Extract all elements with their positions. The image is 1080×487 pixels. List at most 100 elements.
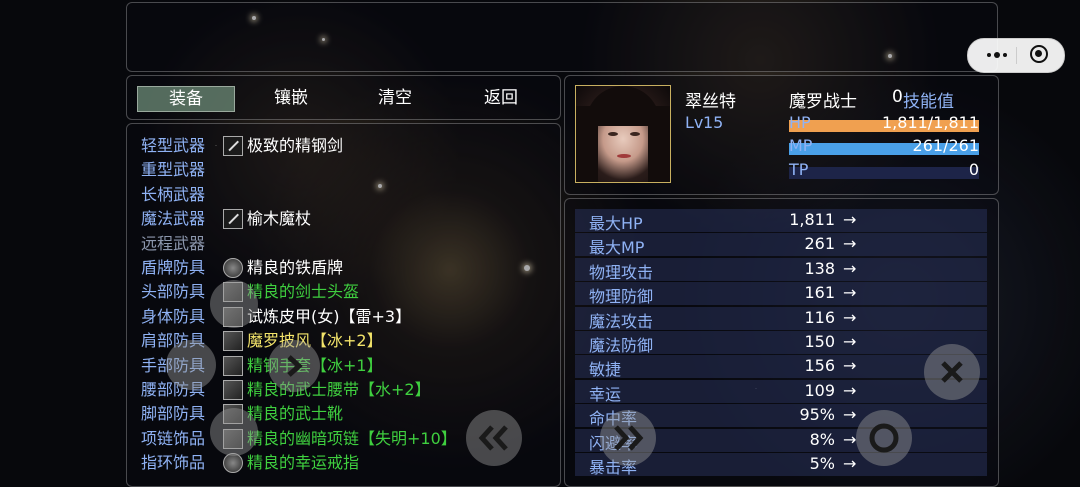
equipment-row[interactable]: 身体防具 试炼皮甲(女)【雷+3】 <box>141 305 551 329</box>
equipment-row[interactable]: 长柄武器 <box>141 183 551 207</box>
stat-row: 幸运 109 → <box>575 379 987 404</box>
equipment-row[interactable]: 重型武器 <box>141 158 551 182</box>
ring-icon <box>223 453 243 474</box>
stat-row: 最大HP 1,811 → <box>575 209 987 233</box>
stat-label: 敏捷 <box>589 360 622 380</box>
stat-label: 物理防御 <box>589 287 654 307</box>
clear-tab[interactable]: 清空 <box>347 86 443 110</box>
belt-icon <box>223 380 243 400</box>
equipment-row[interactable]: 盾牌防具 精良的铁盾牌 <box>141 256 551 280</box>
tp-bar: TP 0 <box>789 160 979 180</box>
message-panel <box>126 2 998 72</box>
arrow-right-icon: → <box>843 307 857 327</box>
page-right-button[interactable] <box>600 410 656 466</box>
arrow-right-icon: → <box>843 210 857 229</box>
stat-row: 物理攻击 138 → <box>575 257 987 282</box>
dpad-left-button[interactable] <box>166 340 216 390</box>
stat-value: 150 <box>804 332 835 351</box>
dpad-up-button[interactable] <box>210 280 258 328</box>
mini-program-menu <box>967 38 1065 73</box>
more-icon[interactable] <box>980 46 1014 64</box>
character-portrait <box>575 85 671 183</box>
item-name: 精良的武士靴 <box>247 404 344 424</box>
slot-name: 长柄武器 <box>141 184 206 204</box>
stat-value: 1,811 <box>789 210 835 229</box>
arrow-right-icon: → <box>843 234 857 254</box>
slot-name: 脚部防具 <box>141 404 206 424</box>
stat-value: 138 <box>804 258 835 278</box>
equipment-row[interactable]: 轻型武器 极致的精钢剑 <box>141 134 551 158</box>
command-bar: 装备 镶嵌 清空 返回 <box>126 75 561 120</box>
chevron-right-icon <box>287 355 303 377</box>
equipment-row[interactable]: 魔法武器 榆木魔杖 <box>141 207 551 231</box>
stat-value: 156 <box>804 356 835 376</box>
skill-points-label: 技能值 <box>903 92 954 112</box>
tp-value: 0 <box>968 160 979 179</box>
item-name: 精良的幽暗项链【失明+10】 <box>247 428 457 448</box>
stat-label: 物理攻击 <box>589 262 654 282</box>
level-label: Lv <box>685 113 704 132</box>
hp-label: HP <box>789 113 811 132</box>
character-panel: 翠丝特 魔罗战士 0 技能值 Lv 15 HP 1,811/1,811 MP 2… <box>564 75 999 195</box>
item-name: 精良的剑士头盔 <box>247 282 360 302</box>
slot-name: 身体防具 <box>141 306 206 326</box>
arrow-right-icon: → <box>843 380 857 400</box>
arrow-right-icon: → <box>843 356 857 376</box>
hp-value: 1,811/1,811 <box>882 113 979 132</box>
circle-icon <box>869 423 899 453</box>
cloak-icon <box>223 331 243 352</box>
skill-points-value: 0 <box>892 87 903 107</box>
equipment-row[interactable]: 远程武器 <box>141 232 551 256</box>
mp-value: 261/261 <box>912 136 979 155</box>
back-button[interactable]: 返回 <box>453 86 549 110</box>
equipment-row[interactable]: 头部防具 精良的剑士头盔 <box>141 280 551 304</box>
slot-name: 轻型武器 <box>141 136 206 155</box>
arrow-right-icon: → <box>843 332 857 351</box>
stat-row: 物理防御 161 → <box>575 282 987 307</box>
shield-icon <box>223 258 243 278</box>
item-name: 试炼皮甲(女)【雷+3】 <box>247 306 412 326</box>
item-name: 精良的幸运戒指 <box>247 453 360 473</box>
arrow-right-icon: → <box>843 429 857 449</box>
arrow-right-icon: → <box>843 454 857 473</box>
slot-name: 魔法武器 <box>141 209 206 229</box>
slot-name: 项链饰品 <box>141 428 206 448</box>
stat-label: 魔法防御 <box>589 336 654 355</box>
slot-name: 远程武器 <box>141 233 206 253</box>
arrow-right-icon: → <box>843 258 857 278</box>
stat-value: 95% <box>799 405 835 425</box>
close-mini-program-icon[interactable] <box>1030 45 1048 63</box>
mp-bar: MP 261/261 <box>789 136 979 156</box>
cancel-button[interactable] <box>924 344 980 400</box>
sword-icon <box>223 136 243 156</box>
tp-label: TP <box>789 160 809 179</box>
page-left-button[interactable] <box>466 410 522 466</box>
dpad-right-button[interactable] <box>268 340 320 392</box>
stat-label: 魔法攻击 <box>589 311 654 331</box>
character-name: 翠丝特 <box>685 92 736 112</box>
stat-label: 最大HP <box>589 214 643 233</box>
item-name: 榆木魔杖 <box>247 209 312 229</box>
stat-row: 魔法攻击 116 → <box>575 306 987 331</box>
stat-value: 116 <box>804 307 835 327</box>
item-name: 精良的铁盾牌 <box>247 258 344 277</box>
character-class: 魔罗战士 <box>789 92 857 112</box>
stat-value: 5% <box>809 454 835 473</box>
stat-value: 8% <box>809 429 835 449</box>
stat-value: 109 <box>804 380 835 400</box>
double-chevron-left-icon <box>478 425 508 451</box>
confirm-button[interactable] <box>856 410 912 466</box>
dpad-down-button[interactable] <box>210 408 258 456</box>
slot-name: 盾牌防具 <box>141 258 206 277</box>
item-name: 极致的精钢剑 <box>247 136 344 155</box>
slot-name: 指环饰品 <box>141 453 206 473</box>
slot-name: 头部防具 <box>141 282 206 302</box>
level-value: 15 <box>703 113 724 132</box>
stat-row: 魔法防御 150 → <box>575 331 987 355</box>
socket-tab[interactable]: 镶嵌 <box>243 86 339 110</box>
hp-bar: HP 1,811/1,811 <box>789 113 979 133</box>
arrow-right-icon: → <box>843 283 857 303</box>
mp-label: MP <box>789 136 813 155</box>
equip-tab[interactable]: 装备 <box>137 86 235 112</box>
stat-label: 最大MP <box>589 238 645 258</box>
